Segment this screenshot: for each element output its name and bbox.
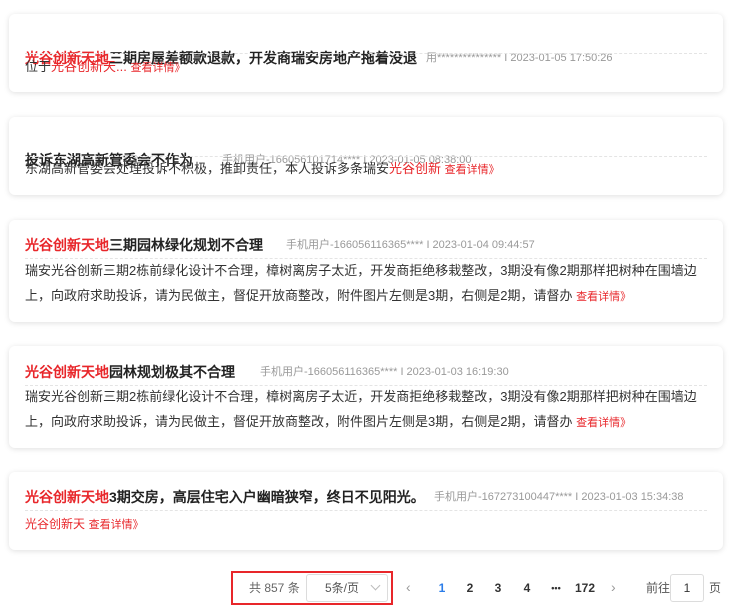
post-body: 光谷创新天 查看详情》 (25, 511, 707, 538)
page-4[interactable]: 4 (521, 579, 533, 597)
post-card-4[interactable]: 光谷创新天地园林规划极其不合理 手机用户-166056116365**** I … (9, 346, 723, 448)
pagination: 共 857 条 5条/页 ‹ 1 2 3 4 ••• 172 › 前往 页 (0, 564, 740, 610)
body-text: 位于 (25, 59, 52, 74)
post-card-5[interactable]: 光谷创新天地3期交房，高层住宅入户幽暗狭窄，终日不见阳光。 手机用户-16727… (9, 472, 723, 550)
post-meta: 手机用户-166056116365**** I 2023-01-04 09:44… (286, 239, 535, 251)
page-ellipsis[interactable]: ••• (546, 579, 566, 597)
chevron-down-icon (370, 580, 381, 591)
goto-suffix: 页 (709, 581, 722, 595)
page-1[interactable]: 1 (436, 579, 448, 597)
page-size-select[interactable]: 5条/页 (306, 574, 388, 602)
prev-page-icon[interactable]: ‹ (406, 578, 411, 596)
post-title[interactable]: 光谷创新天地园林规划极其不合理 (25, 362, 235, 382)
post-meta: 手机用户-167273100447**** I 2023-01-03 15:34… (434, 491, 684, 503)
goto-label: 前往 (646, 581, 671, 595)
title-text: 园林规划极其不合理 (109, 364, 235, 380)
title-text: 三期园林绿化规划不合理 (109, 237, 263, 253)
view-details-link[interactable]: 查看详情》 (445, 164, 500, 176)
next-page-icon[interactable]: › (611, 578, 616, 596)
post-body: 位于光谷创新天... 查看详情》 (25, 54, 707, 81)
post-title[interactable]: 光谷创新天地3期交房，高层住宅入户幽暗狭窄，终日不见阳光。 (25, 487, 425, 507)
post-card-1[interactable]: 光谷创新天地三期房屋差额款退款，开发商瑞安房地产拖着没退 用**********… (9, 14, 723, 92)
title-highlight: 光谷创新天地 (25, 237, 109, 253)
view-details-link[interactable]: 查看详情》 (576, 291, 631, 303)
title-highlight: 光谷创新天地 (25, 489, 109, 505)
post-card-3[interactable]: 光谷创新天地三期园林绿化规划不合理 手机用户-166056116365**** … (9, 220, 723, 322)
post-title[interactable]: 光谷创新天地三期园林绿化规划不合理 (25, 235, 263, 255)
view-details-link[interactable]: 查看详情》 (89, 519, 144, 531)
body-text: 东湖高新管委会处理投诉不积极，推卸责任，本人投诉多条瑞安 (25, 161, 390, 176)
body-highlight: 光谷创新 (389, 161, 442, 176)
view-details-link[interactable]: 查看详情》 (130, 62, 185, 74)
post-body: 东湖高新管委会处理投诉不积极，推卸责任，本人投诉多条瑞安光谷创新 查看详情》 (25, 156, 707, 183)
post-card-2[interactable]: 投诉东湖高新管委会不作为 手机用户-166056101714**** I 202… (9, 117, 723, 195)
total-count: 共 857 条 (249, 581, 300, 595)
post-meta: 手机用户-166056116365**** I 2023-01-03 16:19… (260, 366, 509, 378)
goto-page-input[interactable] (670, 574, 704, 602)
body-highlight: 光谷创新天... (51, 59, 127, 74)
title-highlight: 光谷创新天地 (25, 364, 109, 380)
page-3[interactable]: 3 (492, 579, 504, 597)
post-body: 瑞安光谷创新三期2栋前绿化设计不合理，樟树离房子太近，开发商拒绝移栽整改，3期没… (25, 384, 707, 436)
title-text: 3期交房，高层住宅入户幽暗狭窄，终日不见阳光。 (109, 489, 425, 505)
page-size-value: 5条/页 (325, 581, 360, 595)
view-details-link[interactable]: 查看详情》 (576, 417, 631, 429)
page-172[interactable]: 172 (574, 579, 596, 597)
body-highlight: 光谷创新天 (25, 517, 86, 531)
page-2[interactable]: 2 (464, 579, 476, 597)
post-body: 瑞安光谷创新三期2栋前绿化设计不合理，樟树离房子太近，开发商拒绝移栽整改，3期没… (25, 258, 707, 310)
